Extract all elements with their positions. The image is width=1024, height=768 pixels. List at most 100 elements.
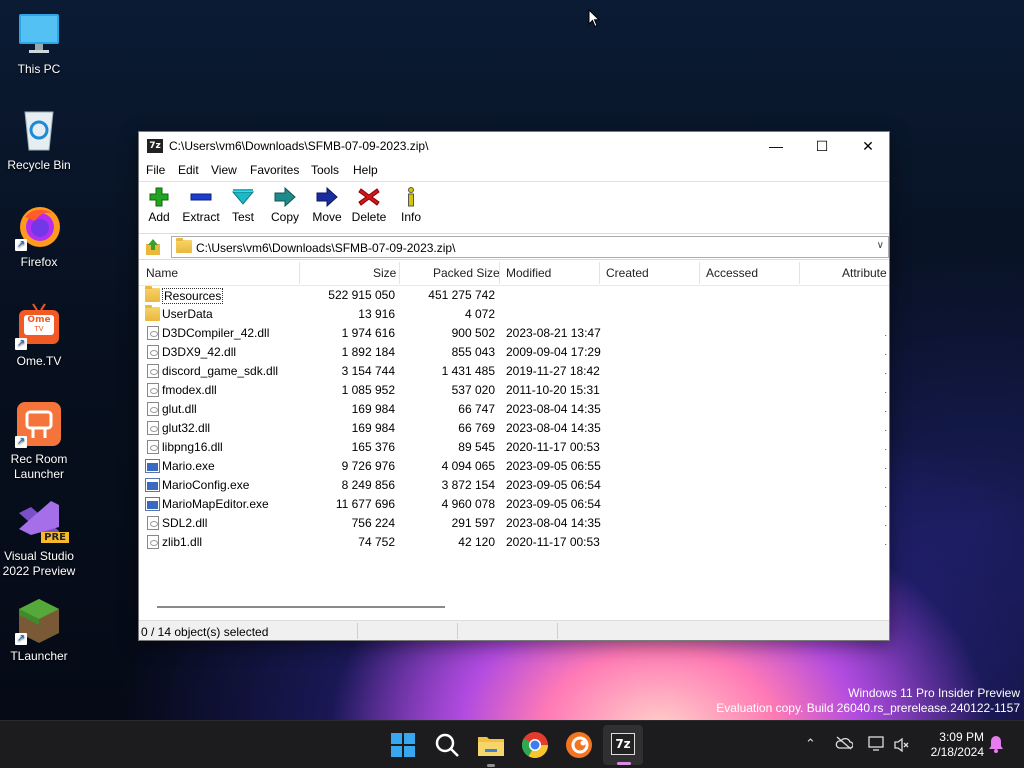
desktop-icon-firefox[interactable]: ↗ Firefox [0, 203, 78, 270]
maximize-button[interactable]: ☐ [799, 132, 845, 160]
file-attribute-truncated: . [884, 366, 887, 376]
file-row[interactable]: MarioConfig.exe 8 249 856 3 872 154 2023-09… [139, 476, 889, 495]
file-row[interactable]: discord_game_sdk.dll 3 154 744 1 431 485 20… [139, 362, 889, 381]
file-size: 8 249 856 [341, 478, 395, 492]
onedrive-offline-icon[interactable] [835, 736, 853, 750]
info-button[interactable]: Info [391, 186, 431, 224]
info-icon [399, 186, 423, 208]
desktop-icon-ome-tv[interactable]: Ome TV ↗ Ome.TV [0, 302, 78, 369]
column-name[interactable]: Name [146, 266, 178, 280]
file-attribute-truncated: . [884, 404, 887, 414]
column-size[interactable]: Size [373, 266, 396, 280]
file-attribute-truncated: . [884, 423, 887, 433]
file-list[interactable]: Resources 522 915 050 451 275 742 UserData 1… [139, 286, 889, 598]
column-accessed[interactable]: Accessed [706, 266, 758, 280]
menu-help[interactable]: Help [353, 163, 378, 177]
column-created[interactable]: Created [606, 266, 649, 280]
desktop-icon-visual-studio[interactable]: PRE Visual Studio 2022 Preview [0, 497, 78, 579]
file-row[interactable]: D3DX9_42.dll 1 892 184 855 043 2009-09-04 1… [139, 343, 889, 362]
column-divider[interactable] [299, 262, 300, 284]
up-folder-button[interactable] [145, 238, 161, 256]
file-explorer-icon [478, 737, 504, 756]
close-button[interactable]: ✕ [845, 132, 891, 160]
folder-icon [145, 286, 160, 302]
move-button[interactable]: Move [307, 186, 347, 224]
chevron-down-icon[interactable]: ∨ [877, 240, 884, 251]
system-clock[interactable]: 3:09 PM 2/18/2024 [931, 730, 984, 760]
column-divider[interactable] [499, 262, 500, 284]
test-button[interactable]: Test [223, 186, 263, 224]
menu-edit[interactable]: Edit [178, 163, 199, 177]
desktop-icon-rec-room[interactable]: ↗ Rec Room Launcher [0, 400, 78, 482]
file-row[interactable]: glut32.dll 169 984 66 769 2023-08-04 14:35. [139, 419, 889, 438]
file-modified: 2023-09-05 06:55 [506, 459, 601, 473]
file-row[interactable]: D3DCompiler_42.dll 1 974 616 900 502 2023-0… [139, 324, 889, 343]
toolbar: Add Extract Test Copy Move Delete Info [139, 182, 889, 234]
file-packed-size: 3 872 154 [441, 478, 495, 492]
folder-row[interactable]: UserData 13 916 4 072 [139, 305, 889, 324]
horizontal-scrollbar[interactable] [139, 598, 889, 614]
network-icon[interactable] [868, 736, 886, 752]
desktop-icon-tlauncher[interactable]: ↗ TLauncher [0, 597, 78, 664]
file-attribute-truncated: . [884, 385, 887, 395]
delete-button[interactable]: Delete [349, 186, 389, 224]
menu-favorites[interactable]: Favorites [250, 163, 299, 177]
column-modified[interactable]: Modified [506, 266, 551, 280]
file-modified: 2020-11-17 00:53 [506, 440, 600, 454]
file-row[interactable]: SDL2.dll 756 224 291 597 2023-08-04 14:35. [139, 514, 889, 533]
ome-tv-sub: TV [34, 325, 44, 333]
file-row[interactable]: MarioMapEditor.exe 11 677 696 4 960 078 202… [139, 495, 889, 514]
file-packed-size: 4 960 078 [441, 497, 495, 511]
file-row[interactable]: Mario.exe 9 726 976 4 094 065 2023-09-05 06… [139, 457, 889, 476]
crunchyroll-button[interactable] [563, 729, 595, 761]
file-row[interactable]: zlib1.dll 74 752 42 120 2020-11-17 00:53. [139, 533, 889, 552]
title-bar[interactable]: 7z C:\Users\vm6\Downloads\SFMB-07-09-202… [139, 132, 889, 160]
menu-file[interactable]: File [146, 163, 165, 177]
folder-row[interactable]: Resources 522 915 050 451 275 742 [139, 286, 889, 305]
file-packed-size: 66 747 [458, 402, 495, 416]
desktop-icon-recycle-bin[interactable]: Recycle Bin [0, 106, 78, 173]
column-divider[interactable] [799, 262, 800, 284]
address-combobox[interactable]: C:\Users\vm6\Downloads\SFMB-07-09-2023.z… [171, 236, 889, 258]
file-row[interactable]: fmodex.dll 1 085 952 537 020 2011-10-20 15:… [139, 381, 889, 400]
chevron-up-icon[interactable]: ⌃ [805, 737, 816, 752]
search-button[interactable] [431, 729, 463, 761]
extract-button[interactable]: Extract [181, 186, 221, 224]
file-explorer-button[interactable] [475, 729, 507, 767]
file-row[interactable]: libpng16.dll 165 376 89 545 2020-11-17 00:5… [139, 438, 889, 457]
file-manager-window[interactable]: 7z C:\Users\vm6\Downloads\SFMB-07-09-202… [138, 131, 890, 641]
column-divider[interactable] [599, 262, 600, 284]
start-button[interactable] [387, 729, 419, 761]
file-attribute-truncated: . [884, 518, 887, 528]
column-divider[interactable] [699, 262, 700, 284]
scrollbar-thumb[interactable] [157, 606, 445, 608]
column-attributes[interactable]: Attribute [842, 266, 887, 280]
file-size: 169 984 [351, 421, 395, 435]
desktop-icon-this-pc[interactable]: This PC [0, 10, 78, 77]
toolbar-label: Move [312, 210, 342, 224]
file-name: discord_game_sdk.dll [162, 364, 279, 378]
menu-view[interactable]: View [211, 163, 237, 177]
add-button[interactable]: Add [139, 186, 179, 224]
desktop-icon-label: Rec Room Launcher [10, 452, 68, 481]
chrome-button[interactable] [519, 729, 551, 761]
preview-badge: PRE [41, 532, 69, 543]
7zip-taskbar-button[interactable]: 7z [603, 725, 643, 765]
menu-tools[interactable]: Tools [311, 163, 339, 177]
notification-bell-icon[interactable] [988, 735, 1004, 753]
copy-button[interactable]: Copy [265, 186, 305, 224]
column-packed-size[interactable]: Packed Size [433, 266, 500, 280]
volume-muted-icon[interactable] [893, 737, 909, 753]
watermark-build: Evaluation copy. Build 26040.rs_prerelea… [716, 701, 1020, 715]
status-divider [557, 623, 558, 639]
file-modified: 2023-08-04 14:35 [506, 402, 601, 416]
minimize-button[interactable]: — [753, 132, 799, 160]
running-indicator [487, 764, 495, 767]
file-row[interactable]: glut.dll 169 984 66 747 2023-08-04 14:35. [139, 400, 889, 419]
file-packed-size: 900 502 [451, 326, 495, 340]
taskbar: 7z ⌃ 3:09 PM 2/18/2024 [0, 720, 1024, 768]
column-divider[interactable] [399, 262, 400, 284]
status-divider [357, 623, 358, 639]
shortcut-arrow-icon: ↗ [15, 633, 27, 645]
file-packed-size: 89 545 [458, 440, 495, 454]
